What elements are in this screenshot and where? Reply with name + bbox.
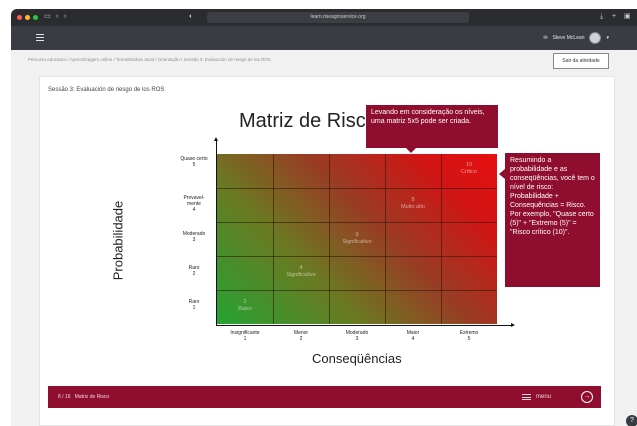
y-tick: Quase certo 5 — [172, 156, 216, 168]
menu-label: menu — [535, 394, 551, 400]
download-icon[interactable]: ⤓ — [600, 12, 603, 22]
cell-level: Significativo — [342, 238, 372, 245]
help-icon[interactable]: ? — [626, 415, 637, 426]
grid-line — [217, 290, 497, 291]
back-icon[interactable]: ‹ — [56, 12, 58, 22]
callout-risk-summary: Resumindo a probabilidade e as conseqüên… — [499, 153, 600, 287]
matrix-cell-label: 10 Crítico — [441, 162, 497, 175]
browser-toolbar: ▭ ‹ › ◐ learn.riseagroservice.org ⤓ + ▣ — [11, 9, 637, 26]
user-name: Steve McLean — [552, 35, 585, 41]
grid-line — [273, 154, 274, 324]
notifications-icon[interactable]: ✉ — [543, 35, 547, 41]
x-tick-num: 5 — [467, 336, 471, 342]
y-tick-num: 4 — [192, 207, 196, 213]
x-tick: Maior 4 — [386, 330, 440, 342]
y-tick-num: 2 — [192, 271, 196, 277]
slide-title: Matriz de Risco — [239, 110, 377, 132]
arrow-right-icon: → — [583, 393, 591, 400]
y-tick: Provavel-mente 4 — [172, 195, 216, 213]
app-header: ✉ Steve McLean ▾ — [11, 26, 637, 50]
menu-button[interactable]: menu — [521, 386, 551, 408]
y-tick: Moderado 3 — [172, 231, 216, 243]
page-title: Sessão 3: Evaluación de riesgo de los RO… — [48, 87, 165, 93]
slide-navigation-bar: 8 / 16 Matriz de Risco menu → — [48, 386, 601, 408]
y-tick-num: 1 — [192, 305, 196, 311]
y-tick-num: 5 — [192, 162, 196, 168]
x-axis-line — [216, 325, 512, 326]
cell-level: Baixo — [238, 305, 252, 312]
hamburger-menu-icon[interactable] — [36, 34, 44, 41]
x-tick: Extremo 5 — [442, 330, 496, 342]
menu-icon — [521, 394, 531, 400]
grid-line — [441, 154, 442, 324]
exit-activity-button[interactable]: Sair da atividade — [553, 53, 609, 69]
slide-progress: 8 / 16 Matriz de Risco — [58, 386, 109, 408]
user-menu[interactable]: ✉ Steve McLean ▾ — [543, 32, 609, 44]
grid-line — [217, 256, 497, 257]
slide-name: Matriz de Risco — [74, 394, 110, 400]
grid-line — [217, 222, 497, 223]
matrix-cell-label: 4 Significativo — [273, 265, 329, 278]
x-axis-label: Conseqüências — [312, 351, 402, 366]
breadcrumb[interactable]: Percurso educativo / Aprendizagem online… — [28, 57, 271, 62]
y-axis-label: Probabilidade — [110, 200, 126, 281]
x-tick-num: 3 — [355, 336, 359, 342]
chevron-down-icon[interactable]: ▾ — [606, 35, 609, 41]
cell-level: Crítico — [461, 168, 477, 175]
next-slide-button[interactable]: → — [581, 391, 593, 403]
avatar[interactable] — [589, 32, 602, 44]
y-tick-num: 3 — [192, 237, 196, 243]
cell-level: Significativo — [286, 271, 316, 278]
y-tick: Raro 2 — [172, 265, 216, 277]
new-tab-icon[interactable]: + — [612, 12, 616, 22]
address-bar[interactable]: learn.riseagroservice.org — [207, 12, 469, 23]
minimize-window-button[interactable] — [25, 15, 30, 20]
forward-icon[interactable]: › — [64, 12, 66, 22]
matrix-cell-label: 8 Muito alto — [385, 197, 441, 210]
callout-matrix-info: Levando em consideração os níveis, uma m… — [366, 105, 498, 153]
slide-counter: 8 / 16 — [58, 394, 71, 400]
matrix-cell-label: 9 Significativo — [329, 232, 385, 245]
x-tick-num: 4 — [411, 336, 415, 342]
grid-line — [385, 154, 386, 324]
x-tick: Moderado 3 — [330, 330, 384, 342]
cell-level: Muito alto — [401, 203, 425, 210]
url-text: learn.riseagroservice.org — [310, 14, 366, 20]
x-tick: Insignificante 1 — [218, 330, 272, 342]
matrix-cell-label: 2 Baixo — [217, 299, 273, 312]
y-tick: Raro 1 — [172, 299, 216, 311]
x-tick-num: 2 — [299, 336, 303, 342]
grid-line — [217, 188, 497, 189]
y-axis-arrow — [214, 137, 218, 141]
close-window-button[interactable] — [17, 15, 22, 20]
x-axis-arrow — [511, 323, 515, 327]
sidebar-toggle-icon[interactable]: ▭ — [44, 12, 51, 22]
x-tick-num: 1 — [243, 336, 247, 342]
maximize-window-button[interactable] — [33, 15, 38, 20]
tabs-overview-icon[interactable]: ▣ — [624, 12, 631, 22]
shield-icon[interactable]: ◐ — [189, 12, 193, 22]
y-tick-label: Provavel-mente — [183, 195, 205, 207]
x-tick: Menor 2 — [274, 330, 328, 342]
